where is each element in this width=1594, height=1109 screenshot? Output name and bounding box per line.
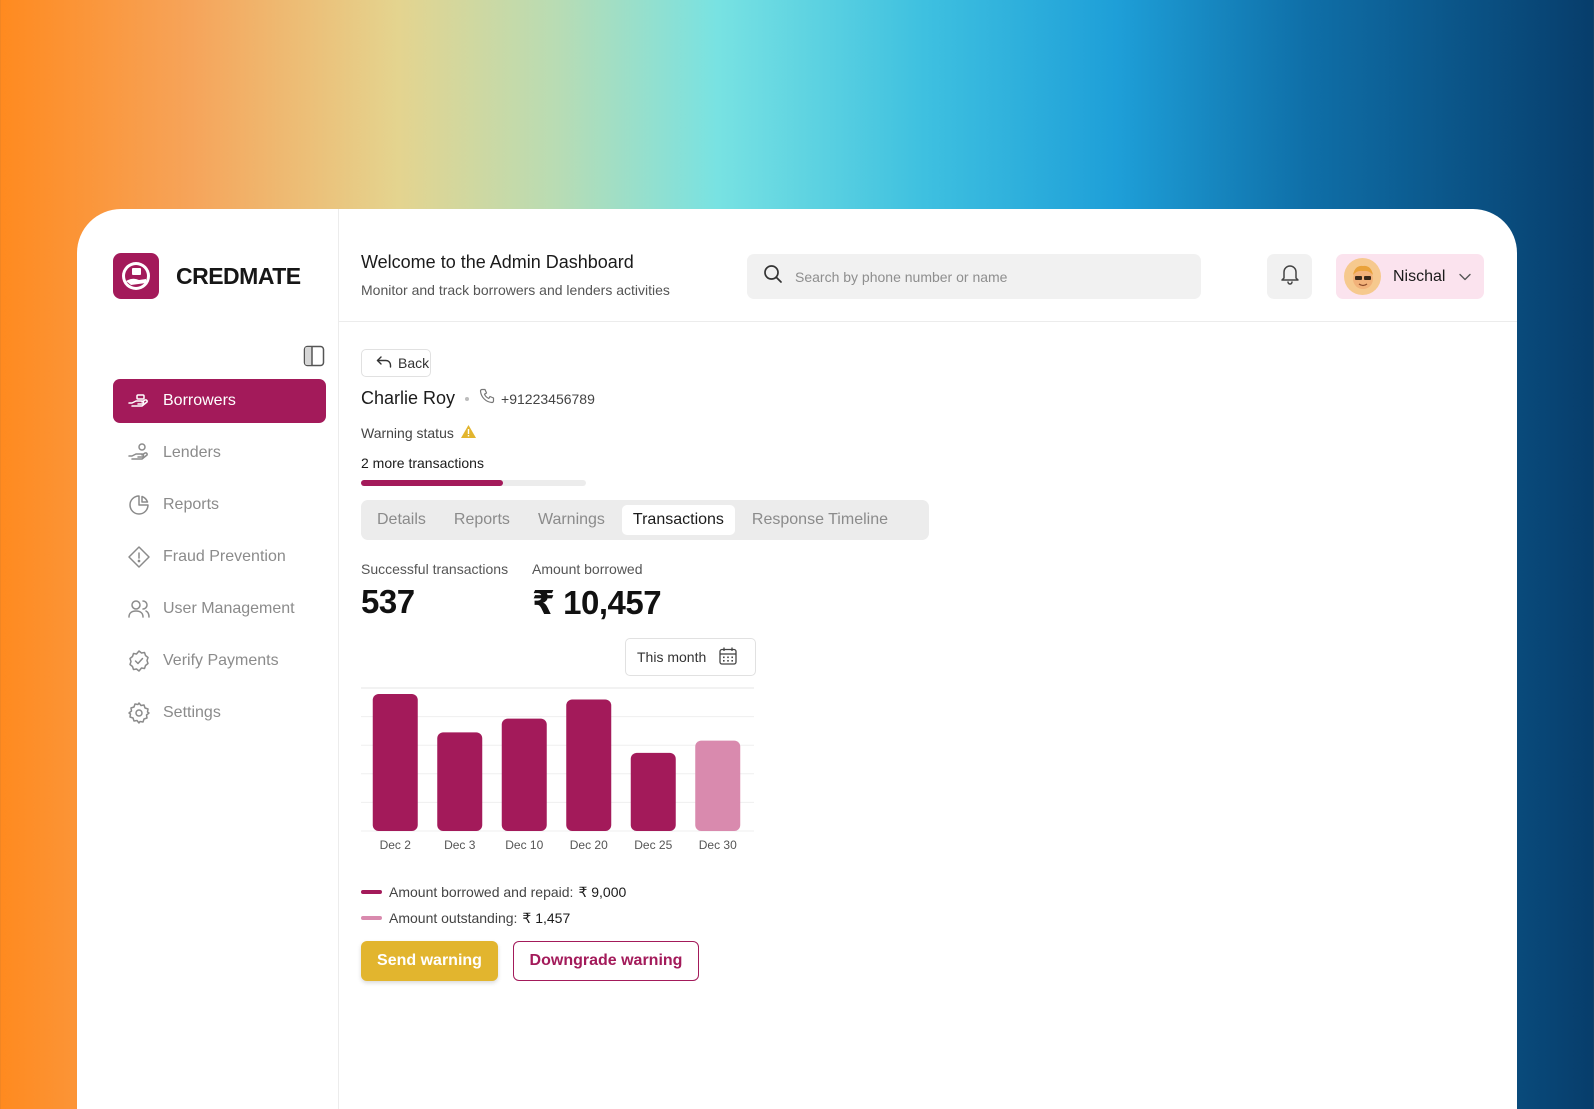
sidebar-collapse-icon[interactable] [303, 345, 325, 372]
amount-borrowed-stat: Amount borrowed ₹ 10,457 [532, 561, 662, 622]
credmate-logo-icon [113, 253, 159, 299]
legend-swatch [361, 890, 382, 894]
back-button[interactable]: Back [361, 349, 431, 377]
borrower-name: Charlie Roy [361, 388, 456, 408]
page-title: Welcome to the Admin Dashboard [361, 252, 634, 272]
brand-name: CREDMATE [176, 262, 301, 289]
transactions-progress-bar [361, 480, 586, 486]
sidebar-item-reports[interactable]: Reports [113, 483, 326, 527]
legend-value: ₹ 9,000 [578, 883, 627, 900]
chart-bar[interactable] [566, 699, 612, 831]
legend-label: Amount outstanding: [389, 910, 518, 926]
chart-tick-label: Dec 30 [699, 838, 737, 852]
separator-dot [465, 396, 470, 401]
tab-reports[interactable]: Reports [443, 505, 521, 535]
sidebar-item-borrowers[interactable]: Borrowers [113, 379, 326, 423]
chart-bar[interactable] [630, 752, 676, 831]
avatar [1344, 258, 1381, 295]
user-menu[interactable]: Nischal [1336, 254, 1484, 299]
hand-money-icon [127, 389, 151, 413]
more-transactions-text: 2 more transactions [361, 455, 484, 471]
successful-transactions-stat: Successful transactions 537 [361, 561, 508, 621]
warning-triangle-icon [454, 424, 477, 442]
warning-status: Warning status [361, 424, 477, 442]
sidebar-item-label: Reports [163, 496, 220, 513]
sidebar-item-label: Settings [163, 704, 221, 721]
top-header: Welcome to the Admin Dashboard Monitor a… [339, 209, 1517, 322]
badge-check-icon [127, 649, 151, 673]
alert-diamond-icon [127, 545, 151, 569]
sidebar-item-lenders[interactable]: Lenders [113, 431, 326, 475]
sidebar-item-label: Fraud Prevention [163, 548, 286, 565]
notifications-button[interactable] [1267, 254, 1312, 299]
hand-coins-icon [127, 441, 151, 465]
sidebar-item-user-management[interactable]: User Management [113, 587, 326, 631]
pie-chart-icon [127, 493, 151, 517]
search-input[interactable] [795, 268, 1175, 285]
sidebar-item-verify-payments[interactable]: Verify Payments [113, 639, 326, 683]
borrower-identity: Charlie Roy +91223456789 [361, 388, 595, 409]
chart-bar[interactable] [372, 694, 418, 831]
search-icon [763, 264, 783, 289]
stat-value: ₹ 10,457 [532, 584, 662, 621]
chevron-down-icon [1459, 268, 1472, 286]
chart-bar[interactable] [501, 718, 547, 831]
chart-bar[interactable] [437, 732, 483, 831]
back-arrow-icon [376, 355, 392, 372]
search-bar[interactable] [747, 254, 1201, 299]
users-icon [127, 597, 151, 621]
period-label: This month [637, 649, 707, 665]
phone-icon [479, 388, 495, 409]
sidebar-item-fraud-prevention[interactable]: Fraud Prevention [113, 535, 326, 579]
downgrade-warning-button[interactable]: Downgrade warning [513, 941, 699, 981]
borrower-phone: +91223456789 [501, 390, 595, 407]
sidebar-item-label: Lenders [163, 444, 221, 461]
stat-label: Amount borrowed [532, 561, 643, 577]
tab-warnings[interactable]: Warnings [527, 505, 616, 535]
chart-legend: Amount borrowed and repaid: ₹ 9,000 Amou… [361, 879, 626, 931]
chart-bar[interactable] [695, 740, 741, 831]
send-warning-button[interactable]: Send warning [361, 941, 498, 981]
stat-value: 537 [361, 583, 415, 620]
sidebar-item-label: Borrowers [163, 392, 236, 409]
sidebar-nav: Borrowers Lenders Reports Fraud Preventi… [113, 379, 326, 743]
user-name: Nischal [1393, 267, 1446, 285]
back-label: Back [398, 355, 430, 371]
chart-tick-label: Dec 10 [505, 838, 543, 852]
tab-transactions[interactable]: Transactions [621, 505, 735, 535]
gear-icon [127, 701, 151, 725]
warning-status-label: Warning status [361, 425, 454, 441]
page-subtitle: Monitor and track borrowers and lenders … [361, 282, 670, 298]
tab-response-timeline[interactable]: Response Timeline [741, 505, 899, 535]
detail-tabs: Details Reports Warnings Transactions Re… [361, 500, 929, 540]
chart-tick-label: Dec 3 [444, 838, 476, 852]
transactions-bar-chart: Dec 2 Dec 3 Dec 10 Dec 20 Dec 25 Dec 30 [361, 687, 754, 852]
stat-label: Successful transactions [361, 561, 509, 577]
legend-item-repaid: Amount borrowed and repaid: ₹ 9,000 [361, 879, 626, 905]
sidebar-item-settings[interactable]: Settings [113, 691, 326, 735]
legend-item-outstanding: Amount outstanding: ₹ 1,457 [361, 905, 626, 931]
sidebar: CREDMATE Borrowers Lenders Reports Fraud… [77, 209, 339, 1109]
chart-tick-label: Dec 2 [380, 838, 412, 852]
legend-swatch [361, 916, 382, 920]
tab-details[interactable]: Details [366, 505, 437, 535]
legend-value: ₹ 1,457 [522, 909, 571, 926]
bell-icon [1280, 263, 1300, 290]
legend-label: Amount borrowed and repaid: [389, 884, 574, 900]
logo[interactable]: CREDMATE [113, 253, 301, 299]
progress-fill [361, 480, 503, 486]
sidebar-item-label: User Management [163, 600, 295, 617]
period-selector[interactable]: This month [625, 638, 756, 676]
chart-tick-label: Dec 20 [570, 838, 608, 852]
sidebar-item-label: Verify Payments [163, 652, 279, 669]
app-window: CREDMATE Borrowers Lenders Reports Fraud… [77, 209, 1517, 1109]
chart-tick-label: Dec 25 [634, 838, 672, 852]
calendar-icon [706, 646, 738, 669]
